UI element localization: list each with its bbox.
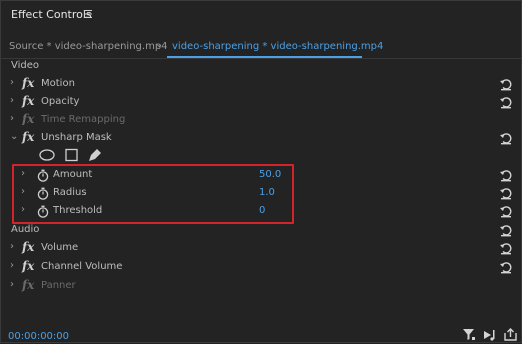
pen-mask-icon[interactable] xyxy=(89,149,101,161)
fx-icon[interactable]: fx xyxy=(22,259,34,273)
chevron-right-icon[interactable]: › xyxy=(10,95,14,106)
fx-icon: fx xyxy=(22,112,35,125)
reset-icon[interactable] xyxy=(499,204,513,218)
audio-section-label: Audio xyxy=(11,224,40,235)
chevron-right-icon[interactable]: › xyxy=(10,260,14,271)
fx-icon[interactable]: fx xyxy=(22,240,34,254)
fx-icon[interactable]: fx xyxy=(22,76,34,90)
clip-tabs: Source * video-sharpening.mp4 ⌄ video-sh… xyxy=(1,38,521,59)
effect-name: Channel Volume xyxy=(41,261,123,272)
mask-tools xyxy=(39,148,119,162)
effect-row-motion[interactable]: › fx Motion xyxy=(1,76,521,94)
effect-row-opacity[interactable]: › fx Opacity xyxy=(1,94,521,112)
rectangle-mask-icon[interactable] xyxy=(65,148,78,162)
effect-name: Panner xyxy=(41,280,76,291)
chevron-right-icon[interactable]: › xyxy=(10,279,14,290)
effect-name: Time Remapping xyxy=(41,114,126,125)
audio-section-header: Audio xyxy=(1,222,521,240)
reset-icon[interactable] xyxy=(499,131,513,145)
fx-icon[interactable]: fx xyxy=(22,94,34,108)
chevron-right-icon[interactable]: › xyxy=(10,241,14,252)
chevron-down-icon[interactable]: ⌄ xyxy=(10,131,18,142)
effect-name: Unsharp Mask xyxy=(41,132,112,143)
effect-controls-panel: Effect Controls ☰ Source * video-sharpen… xyxy=(0,0,522,343)
effect-name: Opacity xyxy=(41,96,80,107)
effect-row-unsharp-mask[interactable]: ⌄ fx Unsharp Mask xyxy=(1,130,521,148)
reset-icon[interactable] xyxy=(499,260,513,274)
reset-icon[interactable] xyxy=(499,223,513,237)
effect-name: Motion xyxy=(41,78,75,89)
video-section-header: Video xyxy=(1,58,521,76)
menu-icon[interactable]: ☰ xyxy=(83,8,93,21)
panel-title[interactable]: Effect Controls xyxy=(11,8,92,21)
panel-titlebar: Effect Controls ☰ xyxy=(1,1,521,27)
fx-icon[interactable]: fx xyxy=(22,130,34,144)
video-section-label: Video xyxy=(11,60,40,71)
reset-icon[interactable] xyxy=(499,95,513,109)
effect-row-channel-volume[interactable]: › fx Channel Volume xyxy=(1,259,521,277)
effect-name: Volume xyxy=(41,242,79,253)
tab-sequence-clip[interactable]: video-sharpening * video-sharpening.mp4 xyxy=(172,41,383,52)
chevron-down-icon[interactable]: ⌄ xyxy=(155,39,163,50)
ellipse-mask-icon[interactable] xyxy=(39,149,55,161)
reset-icon[interactable] xyxy=(499,168,513,182)
chevron-right-icon[interactable]: › xyxy=(10,77,14,88)
fx-icon: fx xyxy=(22,278,35,292)
effect-row-panner[interactable]: › fx Panner xyxy=(1,278,521,296)
tab-source-clip[interactable]: Source * video-sharpening.mp4 xyxy=(9,41,168,52)
reset-icon[interactable] xyxy=(499,241,513,255)
effect-row-time-remapping[interactable]: › fx Time Remapping xyxy=(1,112,521,125)
play-audio-icon[interactable] xyxy=(483,328,497,341)
playhead-timecode[interactable]: 00:00:00:00 xyxy=(8,331,69,342)
reset-icon[interactable] xyxy=(499,186,513,200)
export-icon[interactable] xyxy=(504,328,518,341)
filter-icon[interactable] xyxy=(462,328,476,341)
highlight-annotation xyxy=(12,164,294,224)
chevron-right-icon[interactable]: › xyxy=(10,113,14,124)
reset-icon[interactable] xyxy=(499,77,513,91)
effect-row-volume[interactable]: › fx Volume xyxy=(1,240,521,258)
